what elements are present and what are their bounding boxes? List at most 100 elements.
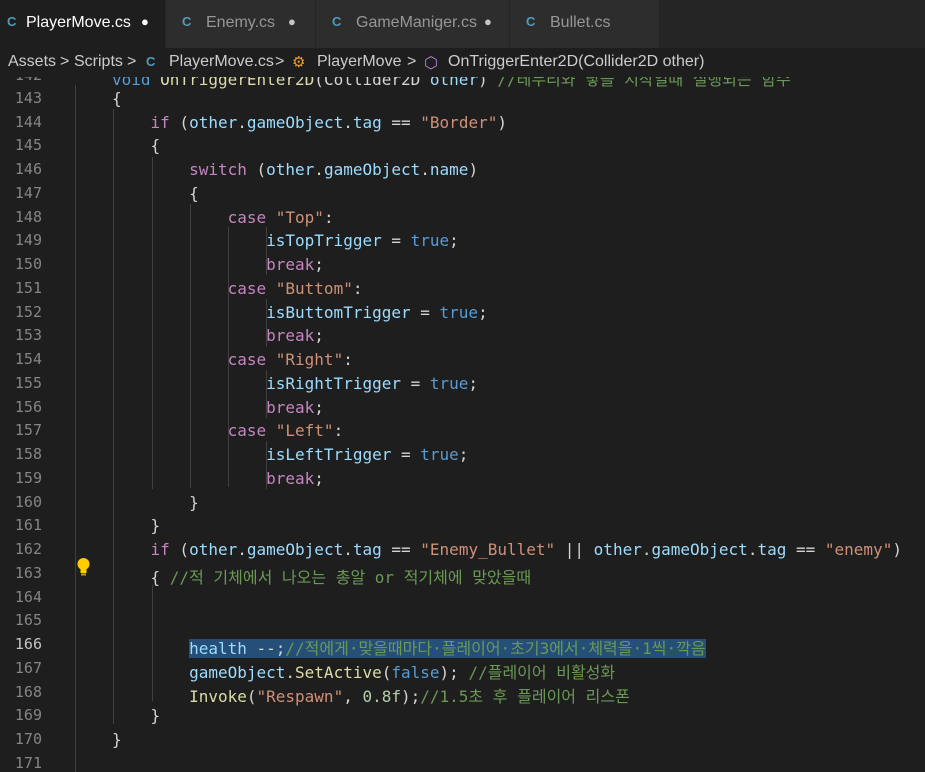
breadcrumb-file-label[interactable]: PlayerMove.cs: [169, 53, 274, 71]
code-line: 169 }: [0, 703, 925, 727]
code-line: 146 switch (other.gameObject.name): [0, 157, 925, 181]
tab-enemy[interactable]: C Enemy.cs ●: [166, 0, 316, 48]
tab-label: GameManiger.cs: [356, 14, 477, 31]
code-line: 148 case "Top":: [0, 205, 925, 229]
code-text: isButtomTrigger = true;: [266, 303, 488, 322]
code-line: 152 isButtomTrigger = true;: [0, 300, 925, 324]
code-text: {: [112, 184, 199, 203]
breadcrumb-file[interactable]: C: [146, 53, 155, 71]
code-line: 163 { //적 기체에서 나오는 총알 or 적기체에 맞았을때: [0, 561, 925, 587]
tab-label: Bullet.cs: [550, 14, 611, 31]
tab-label: Enemy.cs: [206, 14, 276, 31]
unsaved-dot-icon[interactable]: ●: [141, 14, 149, 29]
code-text: isLeftTrigger = true;: [266, 445, 469, 464]
code-text: if (other.gameObject.tag == "Enemy_Bulle…: [150, 540, 902, 559]
line-number: 148: [14, 208, 42, 226]
line-number: 149: [14, 231, 42, 249]
line-number: 168: [14, 683, 42, 701]
line-number: 170: [14, 730, 42, 748]
line-number: 153: [14, 326, 42, 344]
breadcrumb-separator: >: [60, 53, 70, 70]
line-number: 150: [14, 255, 42, 273]
method-icon: ⬡: [424, 55, 438, 72]
tab-gamemaniger[interactable]: C GameManiger.cs ●: [316, 0, 510, 48]
tab-playermove[interactable]: C PlayerMove.cs ●: [0, 0, 166, 48]
code-text: switch (other.gameObject.name): [189, 160, 479, 179]
code-text: case "Buttom":: [227, 279, 363, 298]
code-line: 150 break;: [0, 252, 925, 276]
breadcrumb-method[interactable]: OnTriggerEnter2D(Collider2D other): [448, 53, 704, 71]
code-line: 153 break;: [0, 323, 925, 347]
code-line: 155 isRightTrigger = true;: [0, 371, 925, 395]
code-line-current: 166 health --;//적에게·맞을때마다·플레이어·초기3에서·체력을…: [0, 632, 925, 658]
line-number: 155: [14, 374, 42, 392]
code-text: }: [112, 730, 122, 749]
code-text: }: [112, 493, 199, 512]
breadcrumb-scripts[interactable]: Scripts: [74, 53, 123, 71]
lightbulb-icon[interactable]: [76, 557, 91, 577]
line-number: 157: [14, 421, 42, 439]
breadcrumb-class[interactable]: PlayerMove: [317, 53, 401, 71]
tab-label: PlayerMove.cs: [26, 14, 131, 31]
code-line: 165: [0, 608, 925, 632]
line-number: 162: [14, 540, 42, 558]
line-number: 143: [14, 89, 42, 107]
code-line: 158 isLeftTrigger = true;: [0, 442, 925, 466]
line-number: 164: [14, 588, 42, 606]
code-text: if (other.gameObject.tag == "Border"): [150, 113, 507, 132]
code-line: 161 }: [0, 513, 925, 537]
code-line: 170}: [0, 727, 925, 751]
line-number: 169: [14, 706, 42, 724]
code-text: break;: [266, 326, 324, 345]
csharp-icon: C: [146, 54, 156, 69]
code-text: {: [112, 136, 161, 155]
tab-bullet[interactable]: C Bullet.cs: [510, 0, 660, 48]
code-text: case "Left":: [227, 421, 344, 440]
line-number: 165: [14, 611, 42, 629]
code-text: {: [112, 89, 122, 108]
csharp-icon: C: [7, 14, 17, 29]
line-number: 152: [14, 303, 42, 321]
line-number: 156: [14, 398, 42, 416]
code-line: 162 if (other.gameObject.tag == "Enemy_B…: [0, 537, 925, 561]
line-number: 146: [14, 160, 42, 178]
unsaved-dot-icon[interactable]: ●: [288, 14, 296, 29]
breadcrumb-separator: >: [127, 53, 137, 70]
code-line: 164: [0, 585, 925, 609]
code-line: 151 case "Buttom":: [0, 276, 925, 300]
line-number: 171: [14, 754, 42, 772]
code-line: 171: [0, 751, 925, 772]
code-text: }: [112, 706, 161, 725]
code-text: case "Right":: [227, 350, 353, 369]
class-icon: ⚙: [292, 54, 306, 71]
unsaved-dot-icon[interactable]: ●: [484, 14, 492, 29]
line-number: 145: [14, 136, 42, 154]
line-number: 142: [0, 77, 42, 84]
code-editor[interactable]: 142 void OnTriggerEnter2D(Collider2D oth…: [0, 77, 925, 772]
tab-bar: C PlayerMove.cs ● C Enemy.cs ● C GameMan…: [0, 0, 925, 48]
code-line: 149 isTopTrigger = true;: [0, 228, 925, 252]
breadcrumb-assets[interactable]: Assets: [8, 53, 56, 71]
line-number: 154: [14, 350, 42, 368]
line-number: 166: [14, 635, 42, 653]
line-number: 151: [14, 279, 42, 297]
code-line: 154 case "Right":: [0, 347, 925, 371]
code-line: 145 {: [0, 133, 925, 157]
code-line: 157 case "Left":: [0, 418, 925, 442]
code-line: 144 if (other.gameObject.tag == "Border"…: [0, 110, 925, 134]
line-number: 158: [14, 445, 42, 463]
line-number: 167: [14, 659, 42, 677]
code-line: 156 break;: [0, 395, 925, 419]
code-text: break;: [266, 469, 324, 488]
csharp-icon: C: [526, 14, 536, 29]
code-text: break;: [266, 255, 324, 274]
code-text: case "Top":: [227, 208, 334, 227]
code-line: 167 gameObject.SetActive(false); //플레이어 …: [0, 656, 925, 682]
breadcrumb-separator: >: [275, 53, 285, 70]
line-number: 163: [14, 564, 42, 582]
csharp-icon: C: [332, 14, 342, 29]
code-line: 168 Invoke("Respawn", 0.8f);//1.5초 후 플레이…: [0, 680, 925, 706]
code-line: 160 }: [0, 490, 925, 514]
line-number: 147: [14, 184, 42, 202]
code-text: isTopTrigger = true;: [266, 231, 459, 250]
